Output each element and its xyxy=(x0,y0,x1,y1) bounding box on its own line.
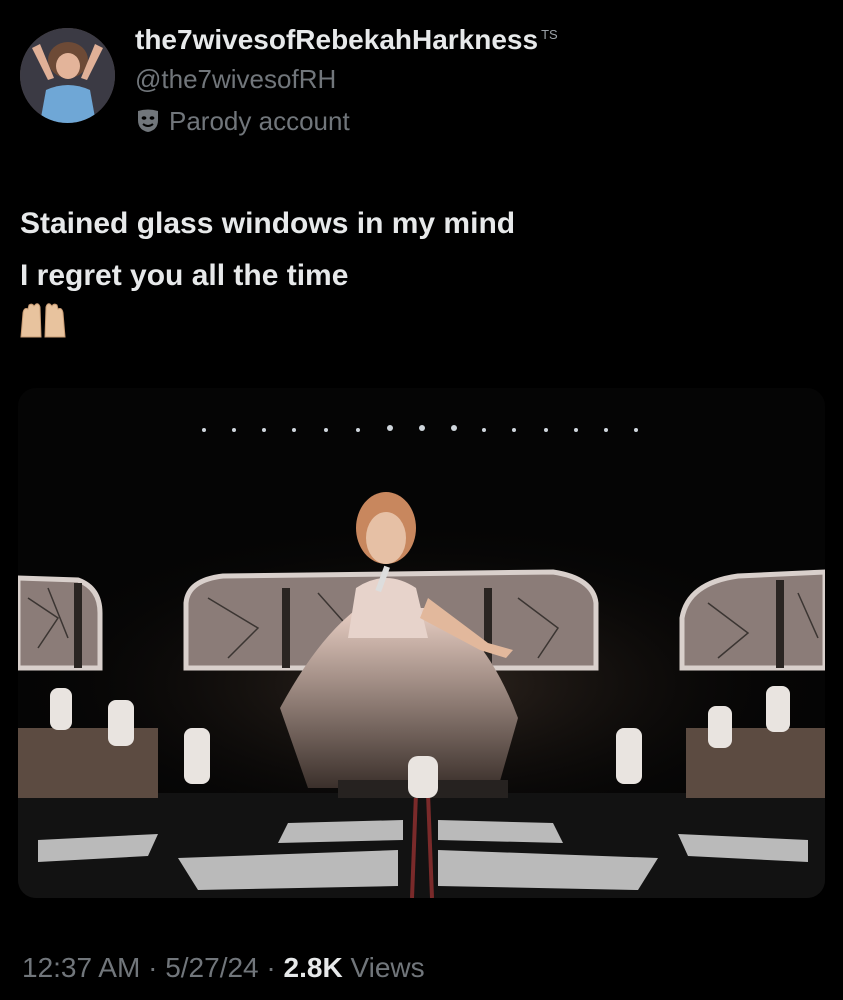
views-count: 2.8K xyxy=(283,952,343,983)
tweet-line-1: Stained glass windows in my mind xyxy=(20,207,516,240)
raised-hands-emoji-icon xyxy=(20,303,66,338)
tweet-text: Stained glass windows in my mind I regre… xyxy=(20,198,820,302)
tweet-media[interactable] xyxy=(18,388,825,898)
avatar-photo xyxy=(20,28,115,123)
tweet-timestamp[interactable]: 12:37 AM · 5/27/24 · 2.8K Views xyxy=(22,952,425,984)
parody-text: Parody account xyxy=(169,106,350,136)
handle[interactable]: @the7wivesofRH xyxy=(135,64,336,95)
time: 12:37 AM xyxy=(22,952,141,983)
theater-mask-icon xyxy=(138,109,158,132)
views-label: Views xyxy=(350,952,425,983)
separator: · xyxy=(148,952,158,983)
ts-badge: TS xyxy=(541,26,558,42)
tweet-line-2: I regret you all the time xyxy=(20,259,349,292)
display-name-text: the7wivesofRebekahHarkness xyxy=(135,24,539,55)
separator: · xyxy=(266,952,276,983)
parody-label: Parody account xyxy=(135,106,350,137)
concert-stage-photo xyxy=(18,388,825,898)
date: 5/27/24 xyxy=(165,952,259,983)
avatar[interactable] xyxy=(20,28,115,123)
display-name[interactable]: the7wivesofRebekahHarkness TS xyxy=(135,24,558,56)
